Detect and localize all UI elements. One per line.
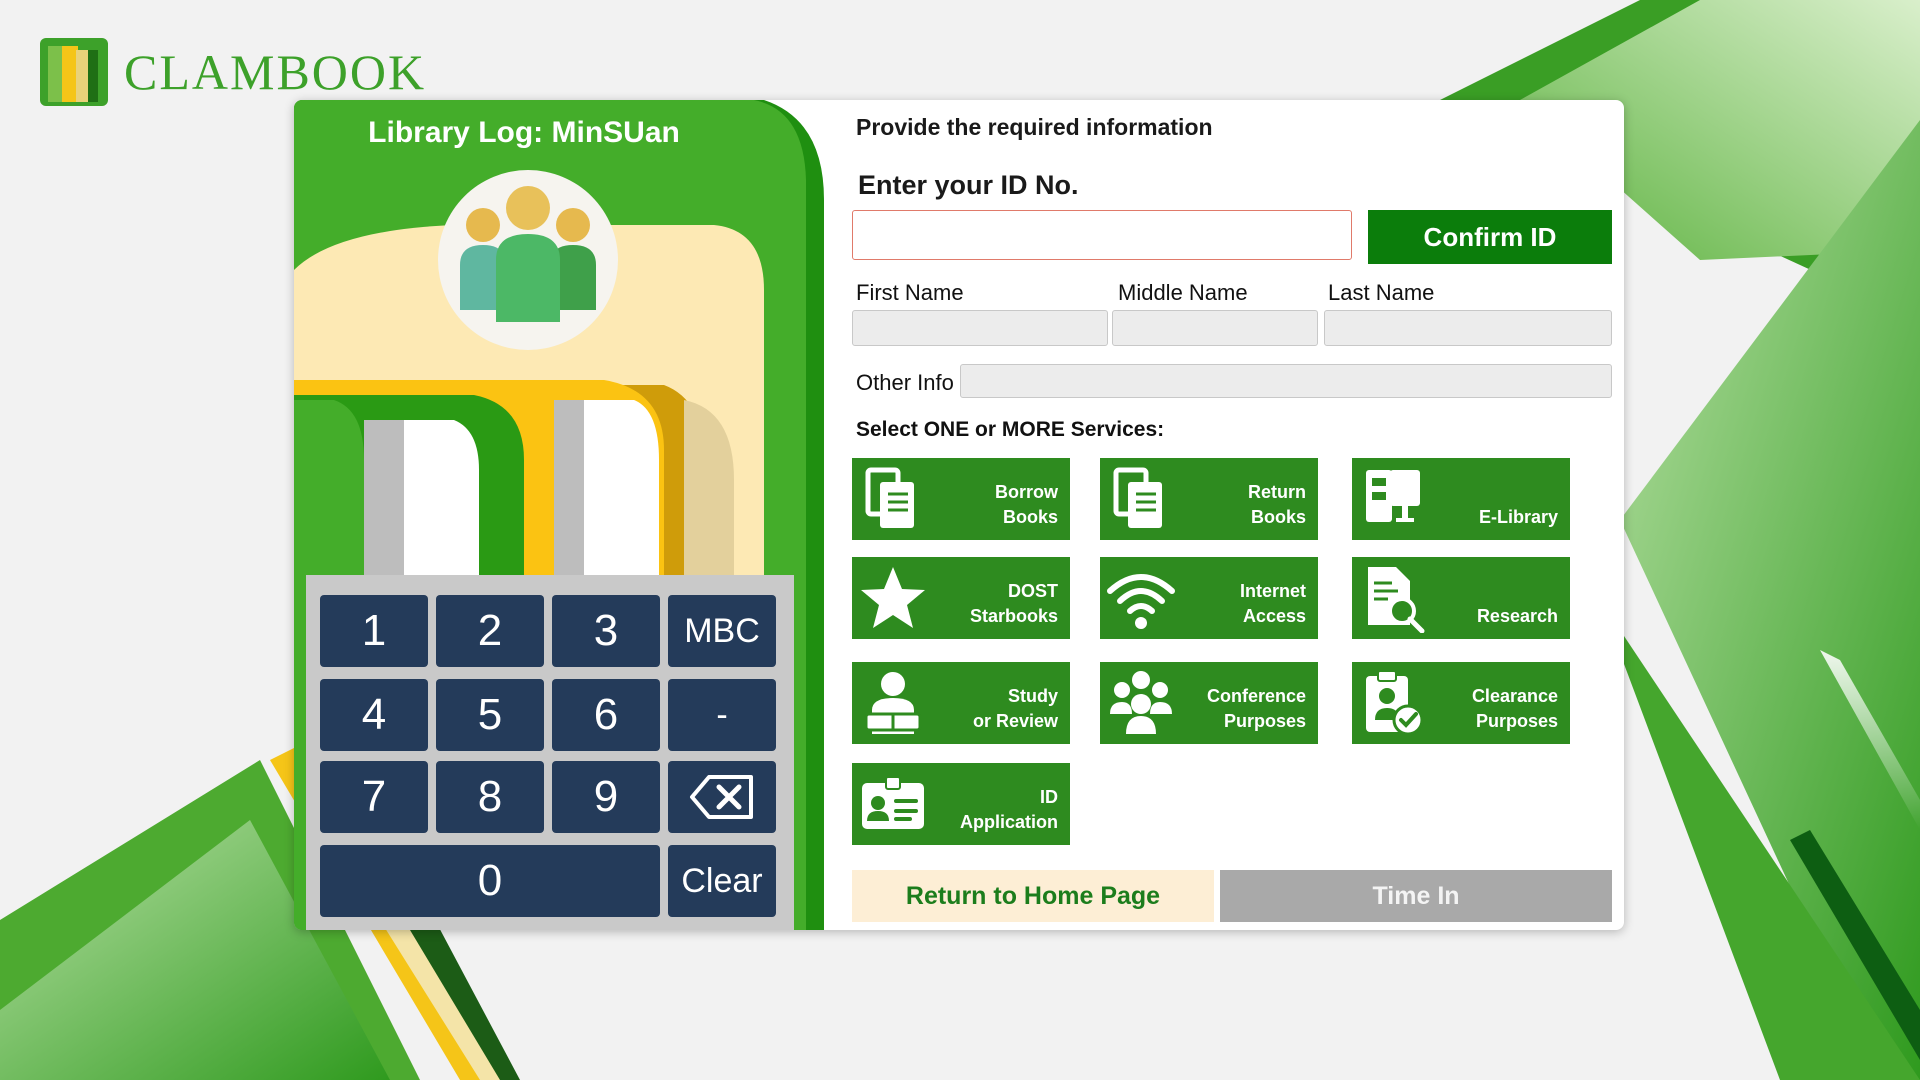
service-id-application-button[interactable]: ID Application xyxy=(852,763,1070,845)
numeric-keypad: 1 2 3 MBC 4 5 6 - 7 8 9 0 Clear xyxy=(306,575,794,930)
service-e-library-button[interactable]: E-Library xyxy=(1352,458,1570,540)
other-info-field[interactable] xyxy=(960,364,1612,398)
backspace-icon xyxy=(690,775,753,819)
service-label: Internet Access xyxy=(1239,581,1306,626)
key-9[interactable]: 9 xyxy=(552,761,660,833)
last-name-field[interactable] xyxy=(1324,310,1612,346)
clipboard-check-icon xyxy=(1366,670,1424,736)
key-5[interactable]: 5 xyxy=(436,679,544,751)
key-2[interactable]: 2 xyxy=(436,595,544,667)
other-info-label: Other Info xyxy=(856,370,954,395)
confirm-id-button[interactable]: Confirm ID xyxy=(1368,210,1612,264)
service-conference-purposes-button[interactable]: Conference Purposes xyxy=(1100,662,1318,744)
service-label: DOST Starbooks xyxy=(969,581,1058,626)
middle-name-field[interactable] xyxy=(1112,310,1318,346)
services-label: Select ONE or MORE Services: xyxy=(856,418,1165,441)
group-icon xyxy=(1110,671,1172,734)
people-group-icon xyxy=(460,186,596,322)
key-6[interactable]: 6 xyxy=(552,679,660,751)
service-label: Study or Review xyxy=(972,686,1058,731)
service-return-books-button[interactable]: Return Books xyxy=(1100,458,1318,540)
panel-title: Library Log: MinSUan xyxy=(368,116,680,149)
form-heading: Provide the required information xyxy=(856,114,1213,140)
return-home-button[interactable]: Return to Home Page xyxy=(852,870,1214,922)
service-label: Return Books xyxy=(1248,482,1306,527)
service-label: E-Library xyxy=(1478,507,1558,527)
id-number-input[interactable] xyxy=(852,210,1352,260)
last-name-label: Last Name xyxy=(1328,280,1435,305)
logo-text: CLAMBOOK xyxy=(124,44,427,100)
document-search-icon xyxy=(1368,567,1425,633)
service-research-button[interactable]: Research xyxy=(1352,557,1570,639)
key-mbc[interactable]: MBC xyxy=(668,595,776,667)
service-label: ID Application xyxy=(960,787,1058,832)
left-panel: Library Log: MinSUan 1 2 3 MBC 4 5 6 - 7… xyxy=(294,100,824,930)
key-8[interactable]: 8 xyxy=(436,761,544,833)
service-dost-starbooks-button[interactable]: DOST Starbooks xyxy=(852,557,1070,639)
books-return-icon xyxy=(1113,467,1162,528)
first-name-field[interactable] xyxy=(852,310,1108,346)
key-1[interactable]: 1 xyxy=(320,595,428,667)
star-icon xyxy=(861,567,925,628)
logo-books-icon xyxy=(40,38,108,106)
key-dash[interactable]: - xyxy=(668,679,776,751)
avatar xyxy=(438,170,618,350)
reader-icon xyxy=(864,672,922,734)
library-log-card: Library Log: MinSUan 1 2 3 MBC 4 5 6 - 7… xyxy=(294,100,1624,930)
time-in-button[interactable]: Time In xyxy=(1220,870,1612,922)
key-7[interactable]: 7 xyxy=(320,761,428,833)
id-card-icon xyxy=(862,776,924,829)
service-label: Research xyxy=(1476,606,1558,626)
key-backspace[interactable] xyxy=(668,761,776,833)
service-internet-access-button[interactable]: Internet Access xyxy=(1100,557,1318,639)
wifi-icon xyxy=(1107,574,1175,629)
books-icon xyxy=(865,467,914,528)
key-clear[interactable]: Clear xyxy=(668,845,776,917)
service-label: Conference Purposes xyxy=(1206,686,1306,731)
id-label: Enter your ID No. xyxy=(858,170,1079,200)
key-0[interactable]: 0 xyxy=(320,845,660,917)
key-3[interactable]: 3 xyxy=(552,595,660,667)
service-label: Clearance Purposes xyxy=(1471,686,1558,731)
key-4[interactable]: 4 xyxy=(320,679,428,751)
middle-name-label: Middle Name xyxy=(1118,280,1248,305)
service-study-review-button[interactable]: Study or Review xyxy=(852,662,1070,744)
service-borrow-books-button[interactable]: Borrow Books xyxy=(852,458,1070,540)
service-clearance-purposes-button[interactable]: Clearance Purposes xyxy=(1352,662,1570,744)
clambook-logo: CLAMBOOK xyxy=(38,36,426,108)
service-label: Borrow Books xyxy=(995,482,1058,527)
computer-icon xyxy=(1366,470,1420,522)
first-name-label: First Name xyxy=(856,280,964,305)
